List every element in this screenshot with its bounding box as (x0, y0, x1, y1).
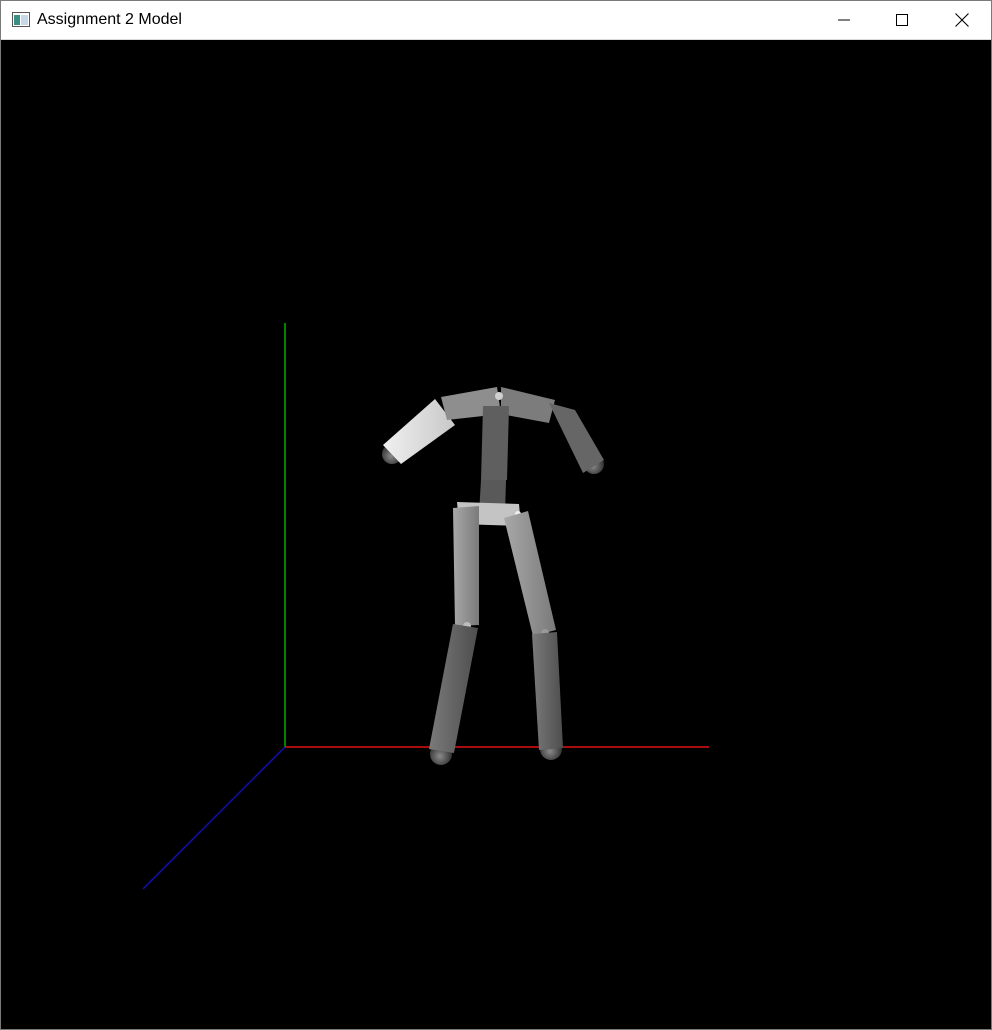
right-thigh (504, 511, 556, 636)
opengl-window-icon (12, 12, 30, 27)
title-bar[interactable]: Assignment 2 Model (1, 1, 991, 40)
left-thigh (453, 506, 479, 626)
opengl-viewport[interactable] (1, 40, 991, 1029)
minimize-button[interactable] (815, 1, 873, 39)
maximize-button[interactable] (873, 1, 931, 39)
stick-figure-model (382, 387, 604, 765)
close-button[interactable] (933, 1, 991, 39)
minimize-icon (838, 19, 850, 21)
z-axis-line (142, 746, 286, 890)
right-forearm (549, 403, 604, 473)
close-icon (955, 13, 969, 27)
window-title: Assignment 2 Model (37, 11, 182, 28)
right-shin (532, 632, 563, 750)
left-shin (429, 624, 478, 753)
maximize-icon (896, 14, 908, 26)
scene-canvas (142, 323, 709, 890)
right-upper-arm (501, 387, 555, 423)
torso-upper (481, 406, 509, 480)
application-window: Assignment 2 Model (0, 0, 992, 1030)
neck-joint (495, 392, 503, 400)
